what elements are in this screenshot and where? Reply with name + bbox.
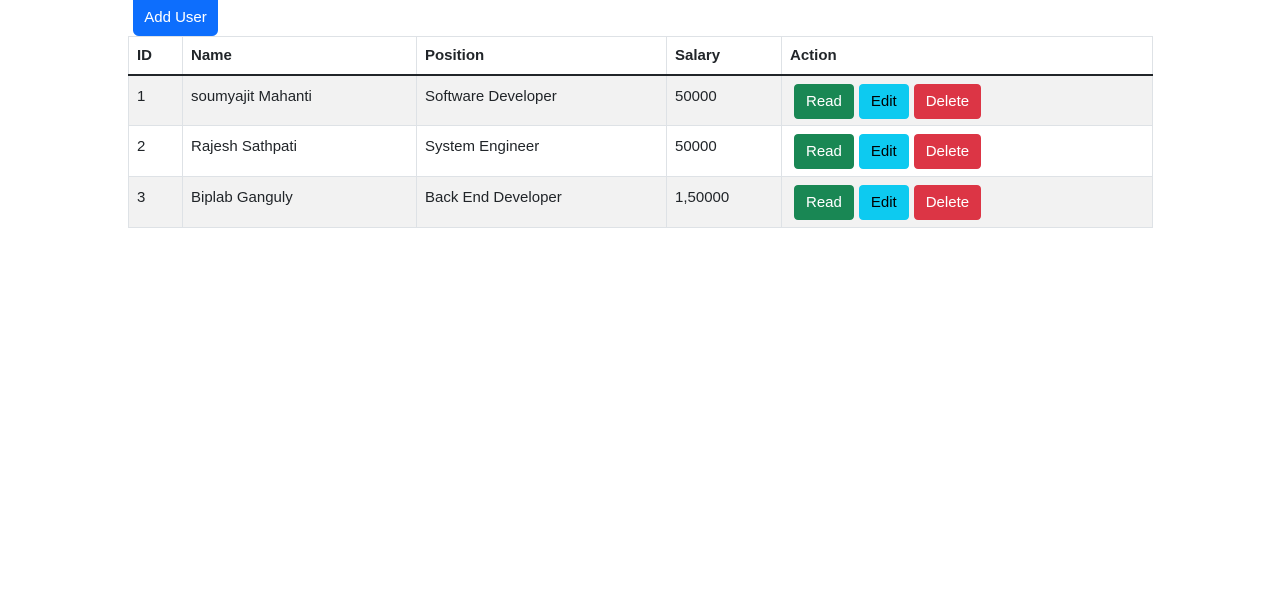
cell-actions: Read Edit Delete [781, 125, 1153, 177]
table-body: 1 soumyajit Mahanti Software Developer 5… [128, 74, 1153, 228]
add-user-button[interactable]: Add User [133, 0, 218, 36]
cell-id: 2 [128, 125, 183, 177]
edit-button[interactable]: Edit [858, 83, 909, 119]
read-button[interactable]: Read [794, 83, 854, 119]
column-header-action: Action [781, 36, 1153, 76]
delete-button[interactable]: Delete [913, 83, 982, 119]
cell-position: Back End Developer [416, 176, 667, 228]
cell-actions: Read Edit Delete [781, 74, 1153, 126]
header-row: ID Name Position Salary Action [128, 36, 1153, 76]
users-table: ID Name Position Salary Action 1 soumyaj… [128, 36, 1153, 228]
read-button[interactable]: Read [794, 185, 854, 220]
delete-button[interactable]: Delete [913, 134, 982, 169]
edit-button[interactable]: Edit [858, 134, 909, 169]
edit-button[interactable]: Edit [858, 185, 909, 220]
table-row: 3 Biplab Ganguly Back End Developer 1,50… [128, 176, 1153, 228]
cell-position: Software Developer [416, 74, 667, 126]
cell-salary: 50000 [666, 125, 782, 177]
column-header-salary: Salary [666, 36, 782, 76]
cell-position: System Engineer [416, 125, 667, 177]
cell-id: 3 [128, 176, 183, 228]
read-button[interactable]: Read [794, 134, 854, 169]
table-row: 2 Rajesh Sathpati System Engineer 50000 … [128, 125, 1153, 177]
table-header: ID Name Position Salary Action [128, 36, 1153, 76]
cell-id: 1 [128, 74, 183, 126]
cell-name: Biplab Ganguly [182, 176, 417, 228]
column-header-position: Position [416, 36, 667, 76]
column-header-id: ID [128, 36, 183, 76]
cell-actions: Read Edit Delete [781, 176, 1153, 228]
table-row: 1 soumyajit Mahanti Software Developer 5… [128, 74, 1153, 126]
delete-button[interactable]: Delete [913, 185, 982, 220]
cell-salary: 50000 [666, 74, 782, 126]
column-header-name: Name [182, 36, 417, 76]
cell-name: soumyajit Mahanti [182, 74, 417, 126]
cell-salary: 1,50000 [666, 176, 782, 228]
cell-name: Rajesh Sathpati [182, 125, 417, 177]
